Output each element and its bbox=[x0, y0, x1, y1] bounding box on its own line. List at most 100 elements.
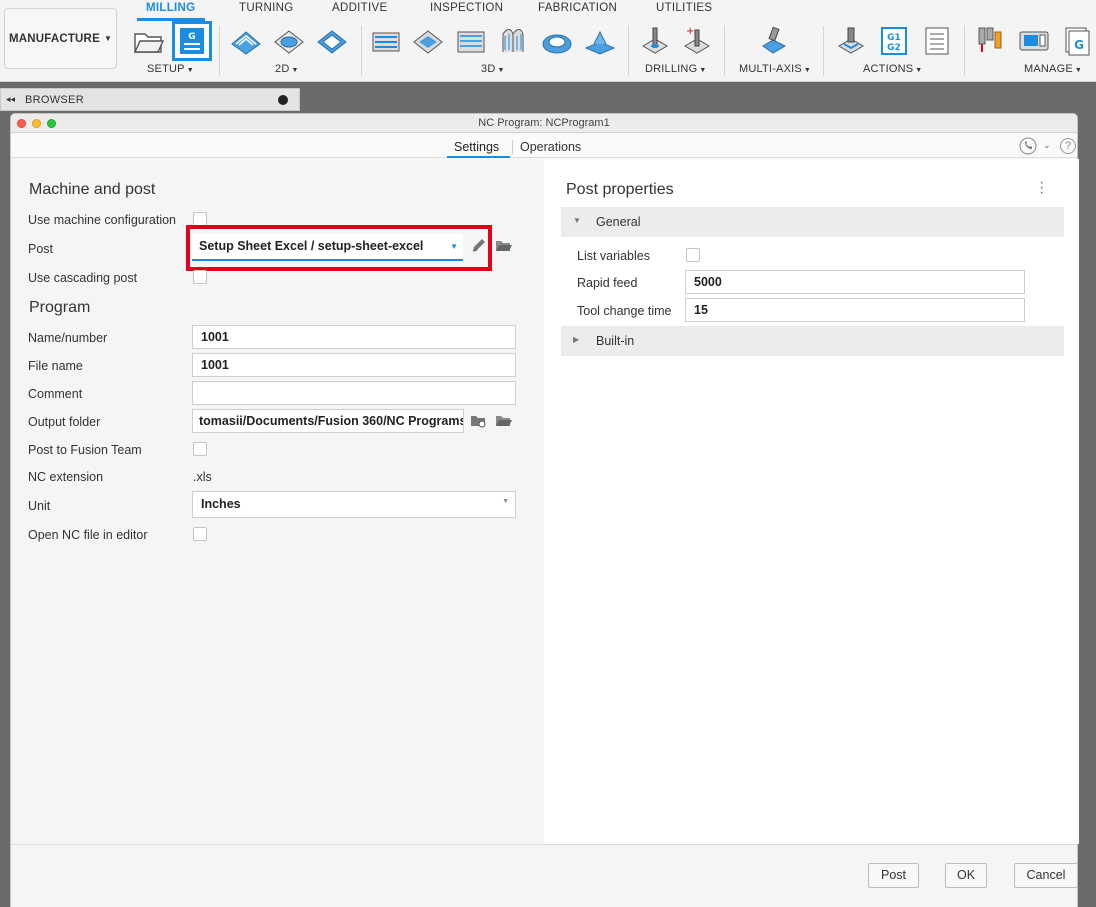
group-drilling-label: DRILLING bbox=[645, 63, 698, 75]
group-actions-label: ACTIONS bbox=[863, 63, 914, 75]
post-button[interactable]: Post bbox=[868, 863, 919, 888]
workspace-switcher[interactable]: MANUFACTURE ▼ bbox=[4, 8, 117, 69]
dialog-titlebar[interactable]: NC Program: NCProgram1 bbox=[11, 114, 1077, 133]
3d-parallel-icon[interactable] bbox=[454, 24, 488, 58]
tab-additive[interactable]: ADDITIVE bbox=[332, 2, 387, 14]
machine-library-icon[interactable] bbox=[1017, 24, 1051, 58]
group-manage-label: MANAGE bbox=[1024, 63, 1073, 75]
group-manage[interactable]: MANAGE ▼ bbox=[1024, 63, 1082, 75]
tab-fabrication[interactable]: FABRICATION bbox=[538, 2, 617, 14]
active-tab-indicator bbox=[447, 156, 510, 158]
open-editor-checkbox[interactable] bbox=[193, 527, 207, 541]
tool-library-icon[interactable] bbox=[974, 24, 1008, 58]
browser-panel-header[interactable]: ◂◂ BROWSER bbox=[0, 88, 300, 111]
tool-change-time-label: Tool change time bbox=[577, 304, 672, 318]
gcode-icon-line2: G2 bbox=[887, 43, 901, 53]
output-folder-input[interactable]: tomasii/Documents/Fusion 360/NC Programs bbox=[192, 409, 464, 433]
name-number-input[interactable]: 1001 bbox=[192, 325, 516, 349]
use-machine-config-checkbox[interactable] bbox=[193, 212, 207, 226]
drill-icon[interactable] bbox=[638, 24, 672, 58]
tab-utilities[interactable]: UTILITIES bbox=[656, 2, 712, 14]
post-to-team-checkbox[interactable] bbox=[193, 442, 207, 456]
chevron-down-icon[interactable]: ⌄ bbox=[1043, 140, 1051, 151]
tab-settings[interactable]: Settings bbox=[454, 140, 499, 154]
tab-turning[interactable]: TURNING bbox=[239, 2, 294, 14]
3d-scallop-icon[interactable] bbox=[540, 24, 574, 58]
divider bbox=[823, 26, 824, 76]
3d-adaptive-icon[interactable] bbox=[369, 24, 403, 58]
machine-post-heading: Machine and post bbox=[29, 181, 156, 198]
3d-pocket-icon[interactable] bbox=[411, 24, 445, 58]
setup-sheet-icon[interactable] bbox=[920, 24, 954, 58]
name-number-label: Name/number bbox=[28, 331, 108, 345]
3d-contour-icon[interactable] bbox=[497, 24, 531, 58]
tab-inspection[interactable]: INSPECTION bbox=[430, 2, 503, 14]
builtin-group-label: Built-in bbox=[596, 334, 635, 348]
ok-button[interactable]: OK bbox=[945, 863, 987, 888]
support-phone-icon[interactable] bbox=[1019, 137, 1037, 155]
expanded-caret-icon: ▼ bbox=[573, 216, 581, 225]
pin-icon[interactable] bbox=[278, 95, 288, 105]
builtin-group-header[interactable]: ▶ Built-in bbox=[561, 326, 1064, 356]
nc-extension-value: .xls bbox=[193, 470, 212, 484]
manage-icon-letter: G bbox=[1074, 38, 1084, 52]
open-editor-label: Open NC file in editor bbox=[28, 528, 148, 542]
divider bbox=[219, 26, 220, 76]
comment-label: Comment bbox=[28, 387, 83, 401]
list-variables-checkbox[interactable] bbox=[686, 248, 700, 262]
collapse-icon[interactable]: ◂◂ bbox=[6, 94, 15, 105]
multi-axis-icon[interactable] bbox=[757, 24, 791, 58]
open-folder-icon[interactable] bbox=[495, 238, 513, 254]
output-folder-label: Output folder bbox=[28, 415, 101, 429]
post-process-icon[interactable]: G1 G2 bbox=[877, 24, 911, 58]
unit-select-value: Inches bbox=[201, 497, 241, 511]
divider bbox=[361, 26, 362, 76]
workspace-label: MANUFACTURE bbox=[8, 32, 100, 45]
3d-pencil-icon[interactable] bbox=[583, 24, 617, 58]
edit-pencil-icon[interactable] bbox=[470, 238, 488, 254]
post-properties-heading: Post properties bbox=[566, 181, 674, 198]
general-group-header[interactable]: ▼ General bbox=[561, 207, 1064, 237]
browse-folder-icon[interactable] bbox=[470, 413, 488, 429]
group-setup[interactable]: SETUP ▼ bbox=[147, 63, 194, 75]
unit-select[interactable]: Inches ▼ bbox=[192, 491, 516, 518]
list-variables-label: List variables bbox=[577, 249, 650, 263]
comment-input[interactable] bbox=[192, 381, 516, 405]
hole-recognition-icon[interactable]: + bbox=[680, 24, 714, 58]
help-icon[interactable]: ? bbox=[1060, 138, 1076, 154]
post-to-team-label: Post to Fusion Team bbox=[28, 443, 142, 457]
chevron-down-icon: ▼ bbox=[103, 34, 113, 43]
2d-adaptive-icon[interactable] bbox=[229, 24, 263, 58]
tab-milling[interactable]: MILLING bbox=[146, 2, 195, 14]
group-3d[interactable]: 3D ▼ bbox=[481, 63, 505, 75]
open-folder-icon[interactable] bbox=[495, 413, 513, 429]
setup-folder-icon[interactable] bbox=[131, 24, 165, 58]
more-options-icon[interactable]: · · · bbox=[1039, 175, 1044, 201]
cancel-button[interactable]: Cancel bbox=[1014, 863, 1078, 888]
2d-pocket-icon[interactable] bbox=[272, 24, 306, 58]
nc-extension-label: NC extension bbox=[28, 470, 104, 484]
group-2d[interactable]: 2D ▼ bbox=[275, 63, 299, 75]
tab-operations[interactable]: Operations bbox=[520, 140, 581, 154]
nc-program-icon[interactable]: G bbox=[172, 21, 212, 61]
highlight-annotation bbox=[186, 225, 492, 271]
rapid-feed-input[interactable]: 5000 bbox=[685, 270, 1025, 294]
group-actions[interactable]: ACTIONS ▼ bbox=[863, 63, 922, 75]
group-drilling[interactable]: DRILLING ▼ bbox=[645, 63, 706, 75]
browser-label: BROWSER bbox=[25, 94, 84, 106]
general-group-label: General bbox=[596, 215, 641, 229]
post-properties-panel: Post properties · · · ▼ General List varia… bbox=[544, 159, 1079, 844]
2d-contour-icon[interactable] bbox=[315, 24, 349, 58]
use-cascading-post-checkbox[interactable] bbox=[193, 270, 207, 284]
nc-icon-letter: G bbox=[188, 32, 195, 42]
post-library-icon[interactable]: G bbox=[1060, 24, 1094, 58]
simulate-icon[interactable] bbox=[834, 24, 868, 58]
group-multi-axis[interactable]: MULTI-AXIS ▼ bbox=[739, 63, 811, 75]
post-label: Post bbox=[28, 242, 54, 256]
tool-change-time-input[interactable]: 15 bbox=[685, 298, 1025, 322]
gcode-icon-line1: G1 bbox=[887, 33, 901, 43]
group-2d-label: 2D bbox=[275, 63, 290, 75]
file-name-input[interactable]: 1001 bbox=[192, 353, 516, 377]
divider bbox=[512, 140, 513, 154]
rapid-feed-label: Rapid feed bbox=[577, 276, 638, 290]
